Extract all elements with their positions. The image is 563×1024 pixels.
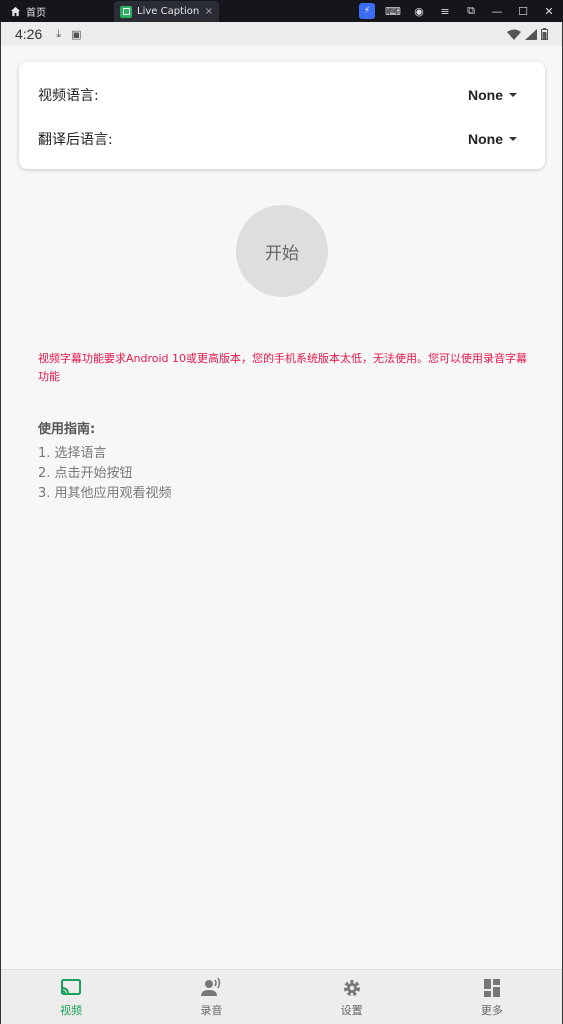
a-badge-icon: ▣ — [71, 27, 82, 41]
app-tab[interactable]: Live Caption × — [114, 1, 219, 22]
guide-steps: 1. 选择语言 2. 点击开始按钮 3. 用其他应用观看视频 — [38, 444, 172, 504]
lightning-icon[interactable]: ⚡ — [359, 3, 375, 19]
nav-item-video[interactable]: 视频 — [1, 970, 141, 1024]
maximize-icon[interactable]: ☐ — [515, 3, 531, 19]
menu-icon[interactable]: ≡ — [437, 3, 453, 19]
window-controls: ⚡ ⌨ ◉ ≡ ⧉ — ☐ ✕ — [359, 3, 557, 19]
nav-label-settings: 设置 — [340, 1004, 363, 1017]
gear-icon — [343, 980, 360, 996]
nav-label-more: 更多 — [480, 1004, 503, 1017]
guide-title: 使用指南: — [38, 422, 96, 437]
nav-item-settings[interactable]: 设置 — [282, 970, 422, 1024]
language-settings-card: 视频语言: None 翻译后语言: None — [19, 62, 545, 169]
download-icon: ⤓ — [56, 27, 62, 40]
status-time: 4:26 — [15, 26, 43, 42]
home-tab-label: 首页 — [26, 7, 46, 19]
video-language-value: None — [468, 87, 503, 103]
nav-label-video: 视频 — [60, 1004, 83, 1017]
close-tab-icon[interactable]: × — [205, 6, 213, 17]
cast-icon — [61, 979, 82, 995]
start-button[interactable]: 开始 — [236, 205, 328, 297]
status-icons — [507, 28, 548, 40]
nav-item-recording[interactable]: 录音 — [141, 970, 281, 1024]
bottom-navigation: 视频 录音 设置 更多 — [1, 969, 562, 1024]
translated-language-dropdown[interactable]: None — [468, 131, 517, 147]
guide-step: 1. 选择语言 — [38, 446, 107, 461]
minimize-icon[interactable]: — — [489, 3, 505, 19]
battery-icon — [541, 28, 548, 40]
app-icon — [120, 5, 132, 18]
home-icon — [10, 6, 21, 16]
status-bar: 4:26 ⤓ ▣ — [1, 22, 562, 46]
guide-step: 3. 用其他应用观看视频 — [38, 486, 172, 501]
video-language-label: 视频语言: — [38, 88, 99, 104]
nav-item-more[interactable]: 更多 — [422, 970, 562, 1024]
dashboard-icon — [483, 979, 500, 997]
dropdown-arrow-icon — [509, 137, 517, 141]
home-tab[interactable]: 首页 — [10, 4, 46, 19]
phone-screen: 4:26 ⤓ ▣ 视频语言: None 翻译后语言: None 开始 视频字幕功… — [0, 22, 563, 1024]
nav-label-recording: 录音 — [200, 1004, 223, 1017]
emulator-titlebar: 首页 Live Caption × ⚡ ⌨ ◉ ≡ ⧉ — ☐ ✕ — [0, 0, 563, 22]
gamepad-icon[interactable]: ⌨ — [385, 3, 401, 19]
translated-language-row[interactable]: 翻译后语言: None — [38, 128, 517, 150]
translated-language-label: 翻译后语言: — [38, 132, 113, 148]
guide-step: 2. 点击开始按钮 — [38, 466, 133, 481]
voice-icon — [201, 978, 221, 996]
signal-icon — [525, 28, 537, 40]
warning-message: 视频字幕功能要求Android 10或更高版本，您的手机系统版本太低，无法使用。… — [38, 352, 528, 383]
account-icon[interactable]: ◉ — [411, 3, 427, 19]
dropdown-arrow-icon — [509, 93, 517, 97]
wifi-icon — [507, 29, 521, 40]
popout-icon[interactable]: ⧉ — [463, 3, 479, 19]
close-window-icon[interactable]: ✕ — [541, 3, 557, 19]
app-tab-label: Live Caption — [137, 6, 200, 17]
translated-language-value: None — [468, 131, 503, 147]
video-language-row[interactable]: 视频语言: None — [38, 84, 517, 106]
video-language-dropdown[interactable]: None — [468, 87, 517, 103]
